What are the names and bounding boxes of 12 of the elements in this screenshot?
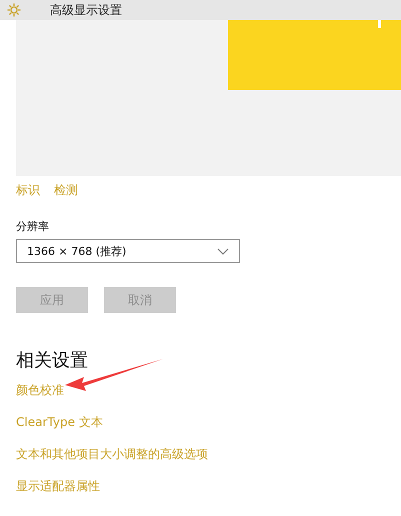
settings-link[interactable]: ClearType 文本 — [16, 414, 103, 431]
resolution-label: 分辨率 — [16, 220, 50, 234]
settings-link[interactable]: 显示适配器属性 — [16, 478, 100, 495]
chevron-down-icon — [217, 248, 229, 254]
settings-link[interactable]: 文本和其他项目大小调整的高级选项 — [16, 446, 208, 463]
section-heading: 相关设置 — [16, 349, 89, 373]
window-title: 高级显示设置 — [50, 2, 122, 18]
preview-link[interactable]: 检测 — [54, 182, 78, 198]
preview-link[interactable]: 标识 — [16, 182, 40, 198]
settings-link[interactable]: 颜色校准 — [16, 382, 64, 399]
resolution-dropdown[interactable]: 1366 × 768 (推荐) — [16, 239, 240, 263]
monitor-tile[interactable] — [228, 20, 401, 90]
